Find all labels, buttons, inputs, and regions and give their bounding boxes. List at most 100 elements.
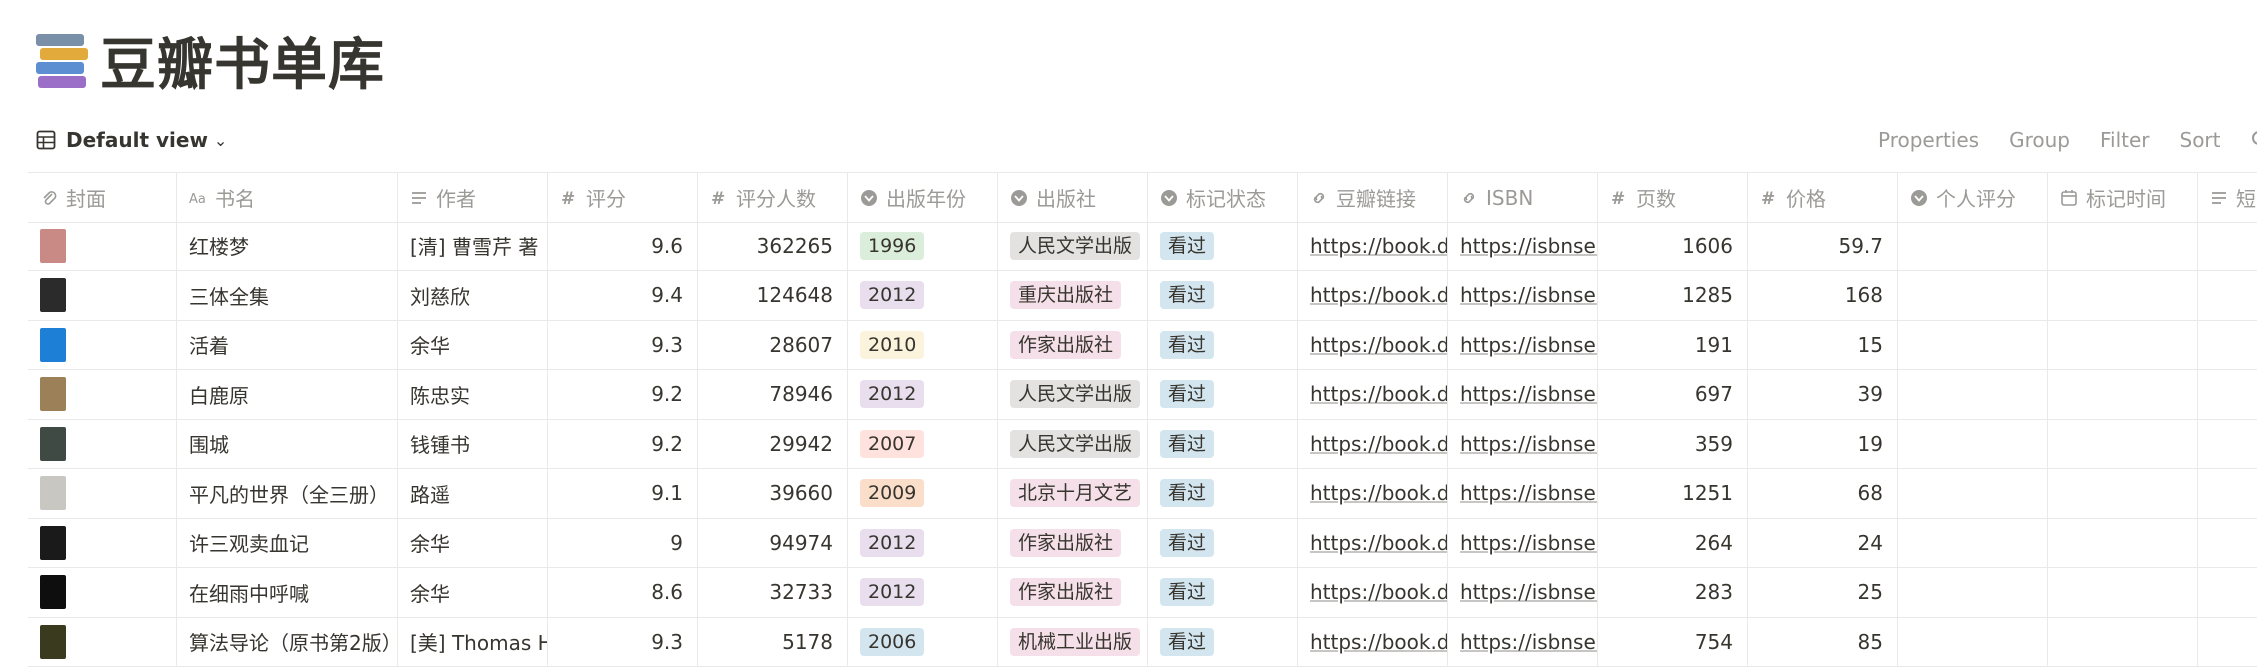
short-comment-cell[interactable] bbox=[2198, 320, 2257, 369]
title-cell[interactable]: 在细雨中呼喊 bbox=[177, 568, 398, 617]
short-comment-cell[interactable] bbox=[2198, 271, 2257, 320]
year-cell[interactable]: 1996 bbox=[848, 221, 998, 270]
author-cell[interactable]: 余华 bbox=[398, 568, 548, 617]
douban-link-cell[interactable]: https://book.do bbox=[1298, 221, 1448, 270]
table-row[interactable]: 活着余华9.3286072010作家出版社看过https://book.doht… bbox=[28, 320, 2257, 370]
votes-cell[interactable]: 5178 bbox=[698, 617, 848, 666]
status-cell[interactable]: 看过 bbox=[1148, 568, 1298, 617]
pages-cell[interactable]: 191 bbox=[1598, 320, 1748, 369]
group-button[interactable]: Group bbox=[2009, 128, 2070, 152]
short-comment-cell[interactable] bbox=[2198, 370, 2257, 419]
book-cover[interactable] bbox=[40, 625, 66, 659]
book-cover[interactable] bbox=[40, 526, 66, 560]
table-row[interactable]: 围城钱锺书9.2299422007人民文学出版看过https://book.do… bbox=[28, 419, 2257, 469]
rating-cell[interactable]: 9.3 bbox=[548, 617, 698, 666]
pages-cell[interactable]: 1606 bbox=[1598, 221, 1748, 270]
column-header[interactable]: #价格 bbox=[1748, 173, 1898, 222]
column-header[interactable]: 出版年份 bbox=[848, 173, 998, 222]
pages-cell[interactable]: 1285 bbox=[1598, 271, 1748, 320]
rating-cell[interactable]: 9.4 bbox=[548, 271, 698, 320]
column-header[interactable]: #评分 bbox=[548, 173, 698, 222]
publisher-cell[interactable]: 作家出版社 bbox=[998, 568, 1148, 617]
publisher-cell[interactable]: 作家出版社 bbox=[998, 518, 1148, 567]
personal-rating-cell[interactable] bbox=[1898, 617, 2048, 666]
column-header[interactable]: 封面 bbox=[28, 173, 177, 222]
mark-time-cell[interactable] bbox=[2048, 568, 2198, 617]
mark-time-cell[interactable] bbox=[2048, 518, 2198, 567]
personal-rating-cell[interactable] bbox=[1898, 370, 2048, 419]
mark-time-cell[interactable] bbox=[2048, 370, 2198, 419]
column-header[interactable]: 标记状态 bbox=[1148, 173, 1298, 222]
votes-cell[interactable]: 94974 bbox=[698, 518, 848, 567]
rating-cell[interactable]: 9.3 bbox=[548, 320, 698, 369]
book-cover[interactable] bbox=[40, 377, 66, 411]
short-comment-cell[interactable] bbox=[2198, 419, 2257, 468]
isbn-link-cell[interactable]: https://isbnsea bbox=[1448, 617, 1598, 666]
pages-cell[interactable]: 1251 bbox=[1598, 469, 1748, 518]
status-cell[interactable]: 看过 bbox=[1148, 419, 1298, 468]
title-cell[interactable]: 活着 bbox=[177, 320, 398, 369]
personal-rating-cell[interactable] bbox=[1898, 518, 2048, 567]
sort-button[interactable]: Sort bbox=[2180, 128, 2221, 152]
douban-link-cell[interactable]: https://book.do bbox=[1298, 518, 1448, 567]
short-comment-cell[interactable] bbox=[2198, 221, 2257, 270]
isbn-link-cell[interactable]: https://isbnsea bbox=[1448, 370, 1598, 419]
cover-cell[interactable] bbox=[28, 271, 177, 320]
year-cell[interactable]: 2007 bbox=[848, 419, 998, 468]
publisher-cell[interactable]: 北京十月文艺 bbox=[998, 469, 1148, 518]
view-selector[interactable]: Default view ⌄ bbox=[36, 124, 227, 156]
title-cell[interactable]: 白鹿原 bbox=[177, 370, 398, 419]
cover-cell[interactable] bbox=[28, 370, 177, 419]
table-row[interactable]: 算法导论（原书第2版）[美] Thomas H9.351782006机械工业出版… bbox=[28, 617, 2257, 667]
book-cover[interactable] bbox=[40, 476, 66, 510]
isbn-link-cell[interactable]: https://isbnsea bbox=[1448, 320, 1598, 369]
douban-link-cell[interactable]: https://book.do bbox=[1298, 419, 1448, 468]
publisher-cell[interactable]: 机械工业出版 bbox=[998, 617, 1148, 666]
author-cell[interactable]: 刘慈欣 bbox=[398, 271, 548, 320]
column-header[interactable]: 出版社 bbox=[998, 173, 1148, 222]
book-cover[interactable] bbox=[40, 229, 66, 263]
year-cell[interactable]: 2009 bbox=[848, 469, 998, 518]
pages-cell[interactable]: 283 bbox=[1598, 568, 1748, 617]
column-header[interactable]: 作者 bbox=[398, 173, 548, 222]
table-row[interactable]: 许三观卖血记余华9949742012作家出版社看过https://book.do… bbox=[28, 518, 2257, 568]
votes-cell[interactable]: 39660 bbox=[698, 469, 848, 518]
douban-link-cell[interactable]: https://book.do bbox=[1298, 271, 1448, 320]
price-cell[interactable]: 39 bbox=[1748, 370, 1898, 419]
short-comment-cell[interactable] bbox=[2198, 469, 2257, 518]
status-cell[interactable]: 看过 bbox=[1148, 518, 1298, 567]
price-cell[interactable]: 168 bbox=[1748, 271, 1898, 320]
short-comment-cell[interactable] bbox=[2198, 617, 2257, 666]
isbn-link-cell[interactable]: https://isbnsea bbox=[1448, 518, 1598, 567]
search-button[interactable]: Se bbox=[2251, 128, 2257, 152]
price-cell[interactable]: 15 bbox=[1748, 320, 1898, 369]
douban-link-cell[interactable]: https://book.do bbox=[1298, 617, 1448, 666]
mark-time-cell[interactable] bbox=[2048, 469, 2198, 518]
mark-time-cell[interactable] bbox=[2048, 221, 2198, 270]
year-cell[interactable]: 2012 bbox=[848, 271, 998, 320]
cover-cell[interactable] bbox=[28, 221, 177, 270]
rating-cell[interactable]: 9 bbox=[548, 518, 698, 567]
short-comment-cell[interactable] bbox=[2198, 518, 2257, 567]
personal-rating-cell[interactable] bbox=[1898, 568, 2048, 617]
status-cell[interactable]: 看过 bbox=[1148, 469, 1298, 518]
table-row[interactable]: 平凡的世界（全三册）路遥9.1396602009北京十月文艺看过https://… bbox=[28, 469, 2257, 519]
personal-rating-cell[interactable] bbox=[1898, 221, 2048, 270]
price-cell[interactable]: 85 bbox=[1748, 617, 1898, 666]
isbn-link-cell[interactable]: https://isbnsea bbox=[1448, 568, 1598, 617]
author-cell[interactable]: 余华 bbox=[398, 518, 548, 567]
status-cell[interactable]: 看过 bbox=[1148, 370, 1298, 419]
rating-cell[interactable]: 9.2 bbox=[548, 419, 698, 468]
column-header[interactable]: 标记时间 bbox=[2048, 173, 2198, 222]
mark-time-cell[interactable] bbox=[2048, 617, 2198, 666]
isbn-link-cell[interactable]: https://isbnsea bbox=[1448, 271, 1598, 320]
douban-link-cell[interactable]: https://book.do bbox=[1298, 320, 1448, 369]
author-cell[interactable]: 陈忠实 bbox=[398, 370, 548, 419]
table-row[interactable]: 红楼梦[清] 曹雪芹 著9.63622651996人民文学出版看过https:/… bbox=[28, 221, 2257, 271]
cover-cell[interactable] bbox=[28, 469, 177, 518]
isbn-link-cell[interactable]: https://isbnsea bbox=[1448, 221, 1598, 270]
column-header[interactable]: Aa书名 bbox=[177, 173, 398, 222]
cover-cell[interactable] bbox=[28, 419, 177, 468]
douban-link-cell[interactable]: https://book.do bbox=[1298, 370, 1448, 419]
rating-cell[interactable]: 9.2 bbox=[548, 370, 698, 419]
